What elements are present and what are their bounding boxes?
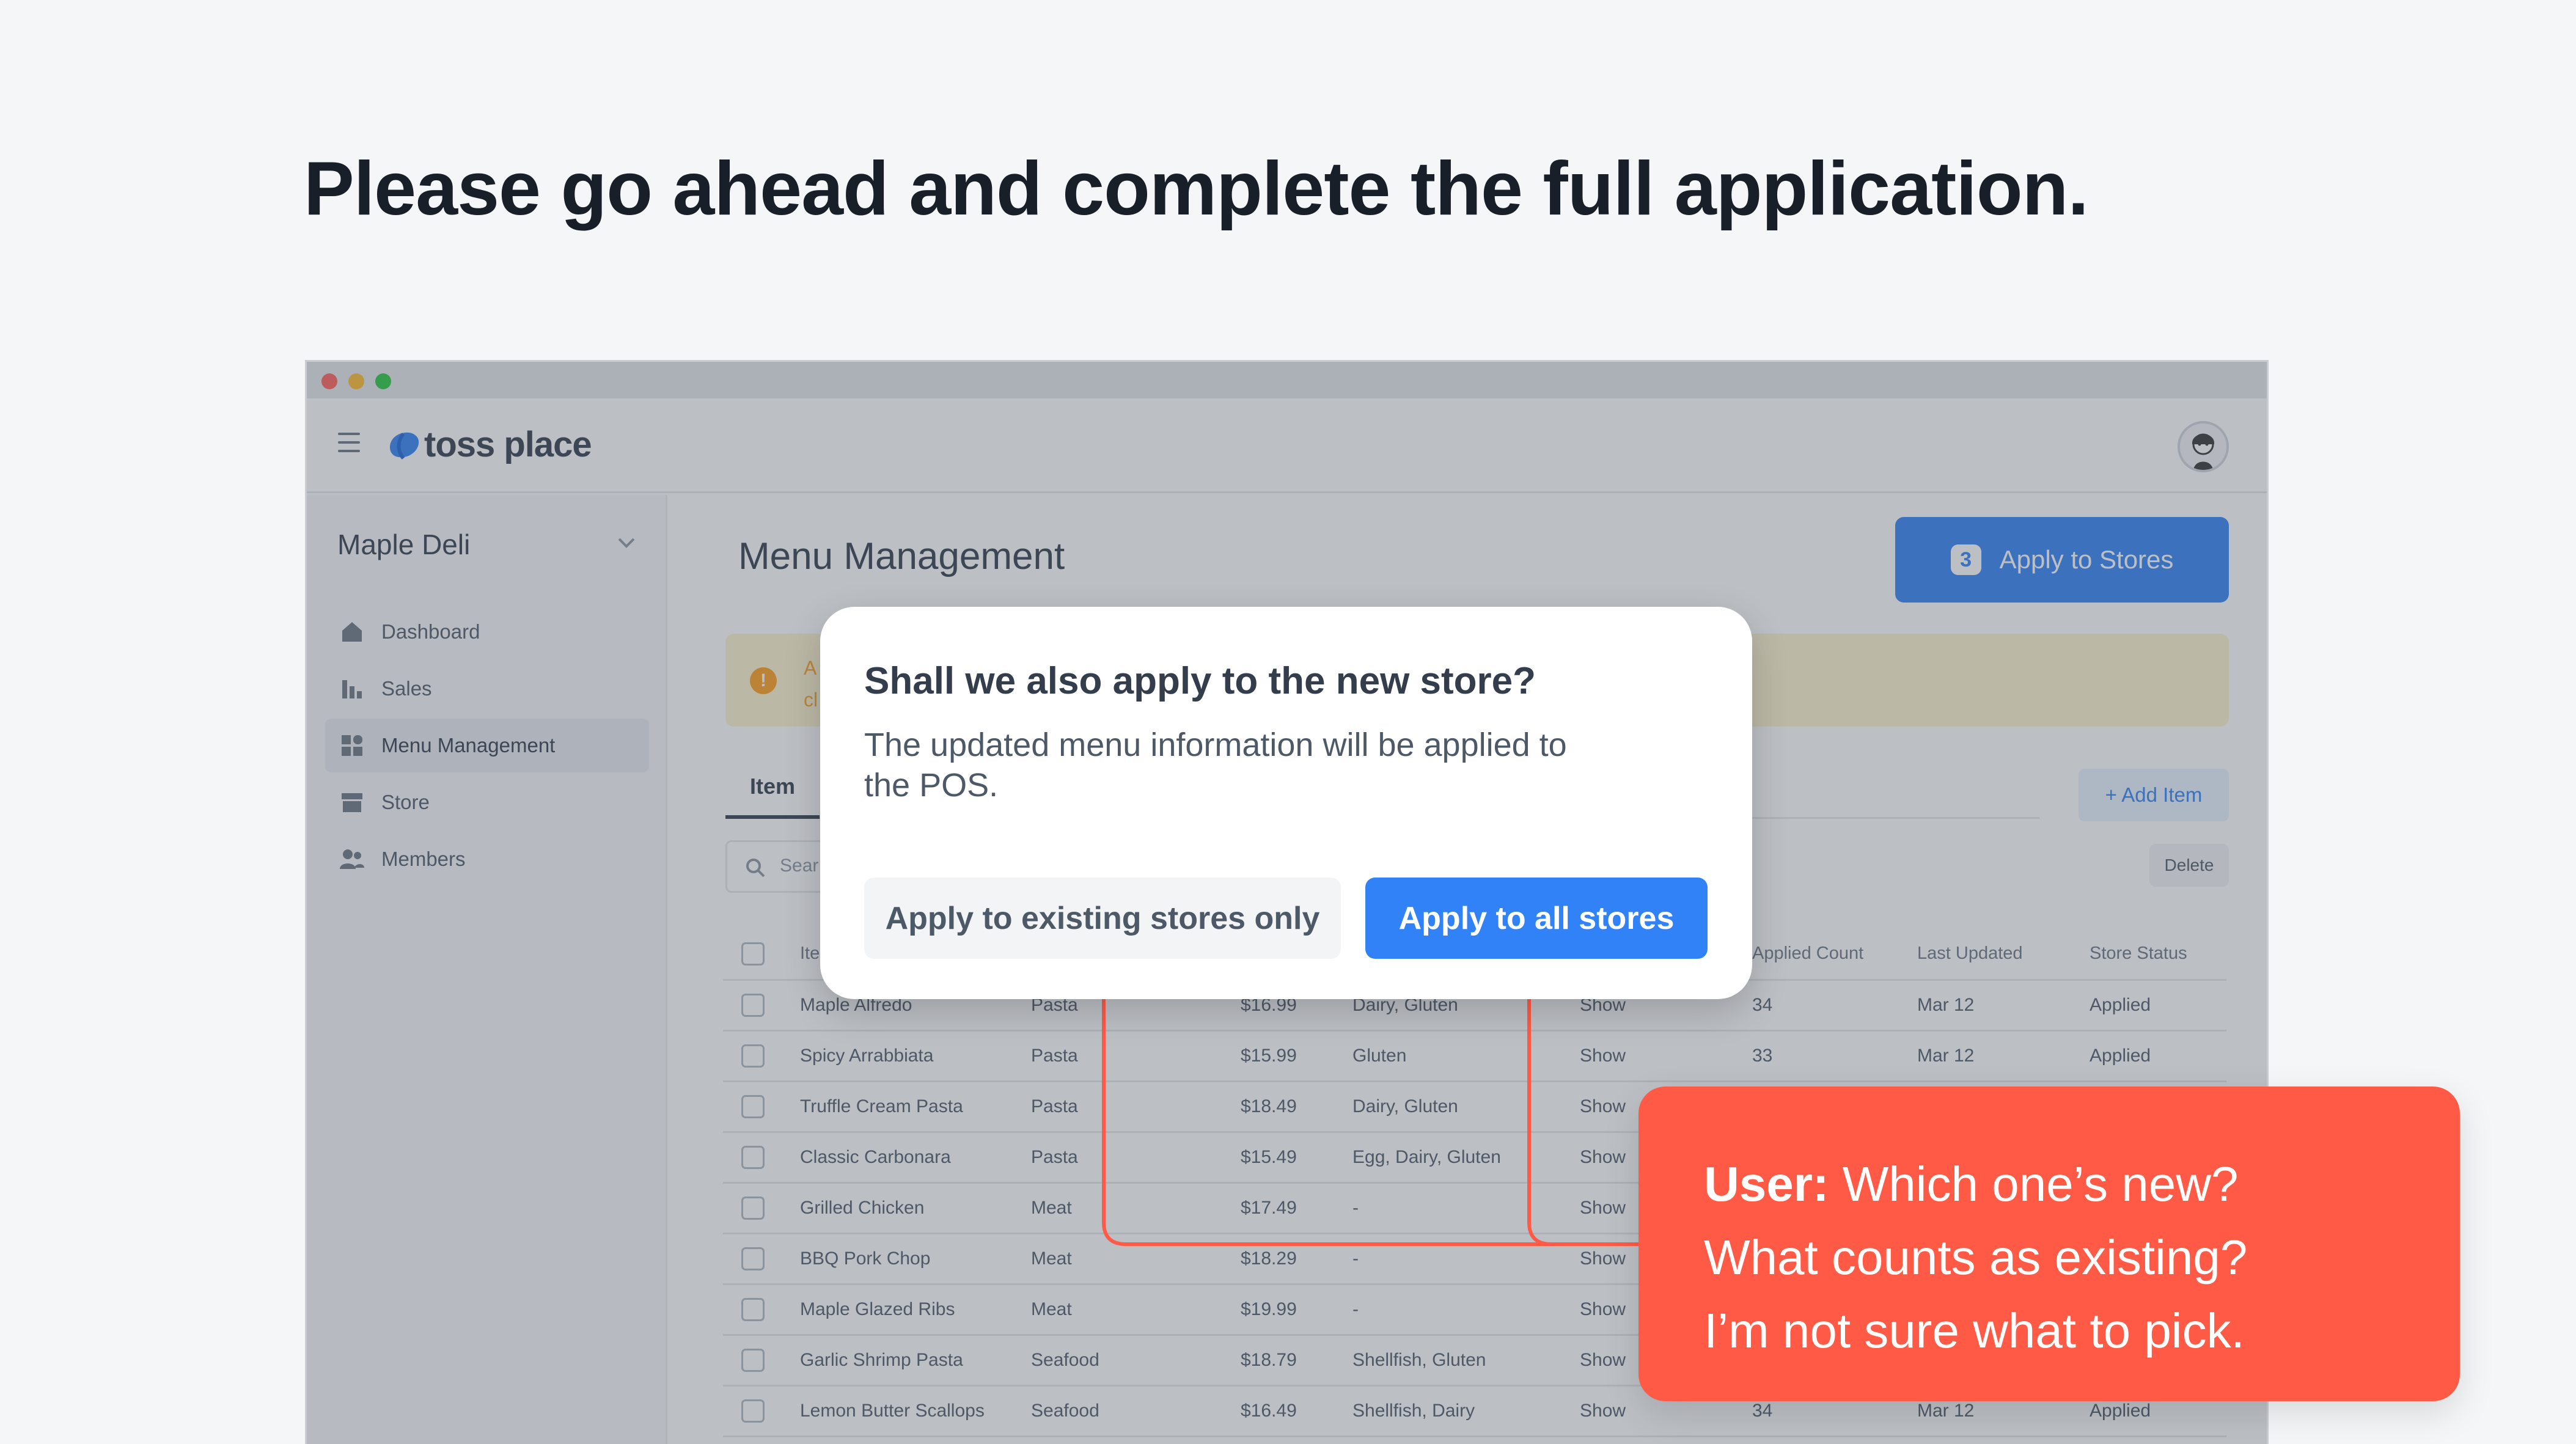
apply-all-stores-button[interactable]: Apply to all stores xyxy=(1365,878,1708,959)
callout-line-3: I’m not sure what to pick. xyxy=(1704,1303,2245,1358)
headline: Please go ahead and complete the full ap… xyxy=(304,147,2089,231)
dialog-body: The updated menu information will be app… xyxy=(864,727,1567,804)
user-feedback-callout: User: Which one’s new? What counts as ex… xyxy=(1638,1087,2460,1401)
apply-existing-stores-button[interactable]: Apply to existing stores only xyxy=(864,878,1341,959)
callout-line-2: What counts as existing? xyxy=(1704,1230,2248,1285)
callout-line-1: User: Which one’s new? xyxy=(1704,1157,2239,1211)
callout-speaker: User: xyxy=(1704,1157,1829,1211)
dialog-title: Shall we also apply to the new store? xyxy=(864,660,1536,702)
apply-store-dialog: Shall we also apply to the new store? Th… xyxy=(820,607,1752,999)
